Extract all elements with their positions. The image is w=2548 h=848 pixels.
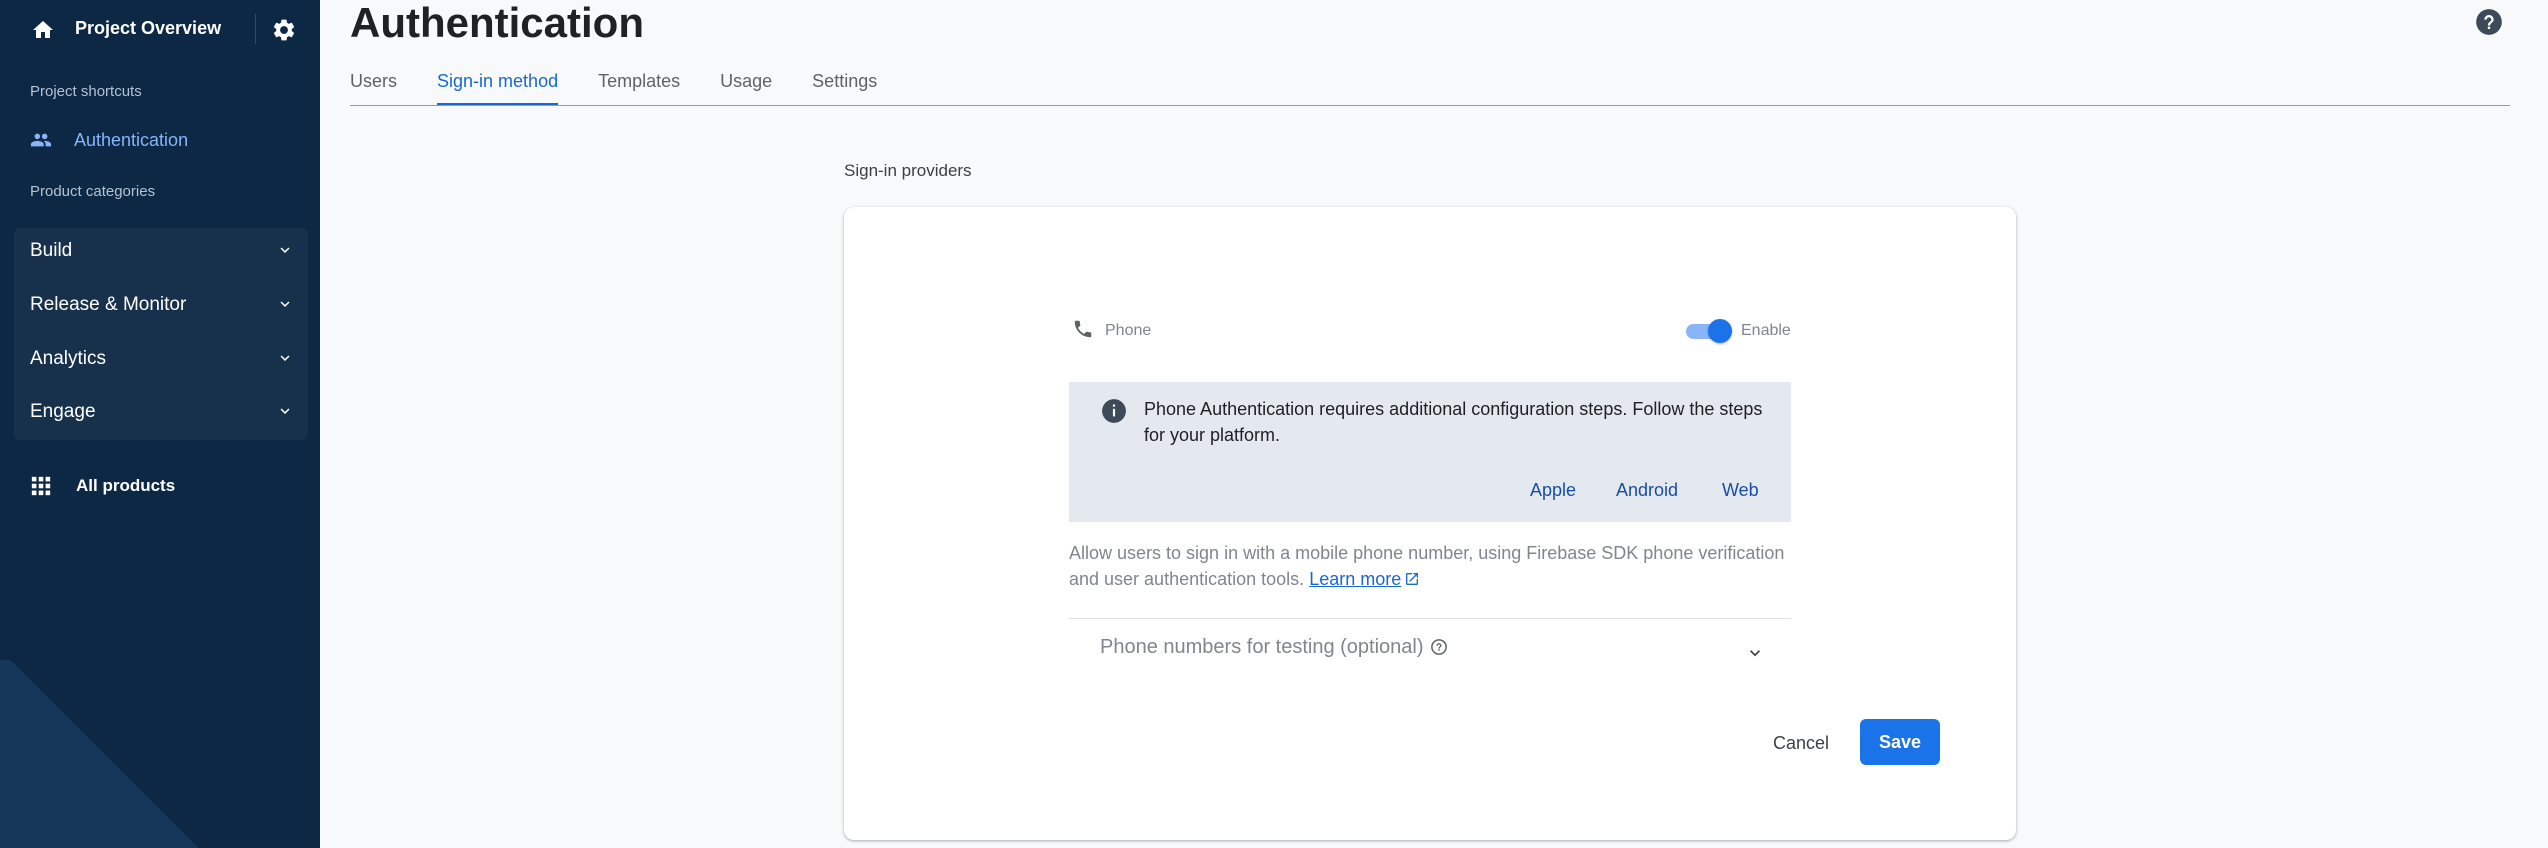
category-label: Release & Monitor [30,293,187,315]
all-products-link[interactable]: All products [30,475,175,497]
shortcut-authentication-label: Authentication [74,129,189,150]
tabs-divider [350,105,2510,106]
enable-toggle[interactable] [1686,319,1732,343]
tab-usage[interactable]: Usage [720,66,772,106]
cancel-button[interactable]: Cancel [1758,720,1844,766]
provider-name: Phone [1105,322,1152,339]
web-link[interactable]: Web [1722,480,1759,501]
chevron-down-icon [280,355,290,361]
tab-users[interactable]: Users [350,66,397,106]
grid-icon [31,476,51,496]
save-button[interactable]: Save [1860,719,1940,765]
category-label: Engage [30,400,96,422]
testing-numbers-label: Phone numbers for testing (optional) [1100,636,1424,658]
apple-link[interactable]: Apple [1530,480,1576,501]
learn-more-link[interactable]: Learn more [1309,569,1401,589]
sidebar-decoration [0,660,220,848]
project-overview-link[interactable]: Project Overview [75,18,221,39]
tab-bar: Users Sign-in method Templates Usage Set… [350,66,917,106]
tab-templates[interactable]: Templates [598,66,680,106]
question-icon[interactable] [1430,638,1448,656]
tab-sign-in-method[interactable]: Sign-in method [437,66,559,106]
phone-icon [1074,320,1092,338]
android-link[interactable]: Android [1616,480,1678,501]
sidebar: Project Overview Project shortcuts Authe… [0,0,320,848]
project-shortcuts-heading: Project shortcuts [30,83,142,100]
gear-icon[interactable] [271,17,297,43]
tab-settings[interactable]: Settings [812,66,877,106]
section-divider [1069,618,1791,619]
category-label: Build [30,239,73,261]
divider [255,14,256,44]
chevron-down-icon [280,408,290,414]
provider-description: Allow users to sign in with a mobile pho… [1069,540,1789,592]
category-engage[interactable]: Engage [14,385,308,438]
chevron-down-icon [280,247,290,253]
testing-numbers-header[interactable]: Phone numbers for testing (optional) [1100,636,1448,659]
people-icon [30,133,52,147]
chevron-down-icon[interactable] [1745,643,1765,663]
category-label: Analytics [30,347,107,369]
external-link-icon[interactable] [1404,571,1420,587]
chevron-down-icon [280,301,290,307]
toggle-knob [1708,319,1732,343]
sign-in-providers-heading: Sign-in providers [844,161,972,180]
info-text: Phone Authentication requires additional… [1144,399,1763,445]
help-icon[interactable] [2475,8,2503,36]
category-release-monitor[interactable]: Release & Monitor [14,278,308,331]
page-title: Authentication [350,0,644,46]
enable-label: Enable [1741,322,1791,339]
shortcut-authentication[interactable]: Authentication [28,126,188,154]
category-analytics[interactable]: Analytics [14,332,308,385]
all-products-label: All products [76,476,176,495]
description-text: Allow users to sign in with a mobile pho… [1069,543,1785,589]
home-icon[interactable] [30,18,56,42]
product-categories-heading: Product categories [30,183,156,200]
info-icon [1102,399,1126,423]
category-build[interactable]: Build [14,224,308,277]
